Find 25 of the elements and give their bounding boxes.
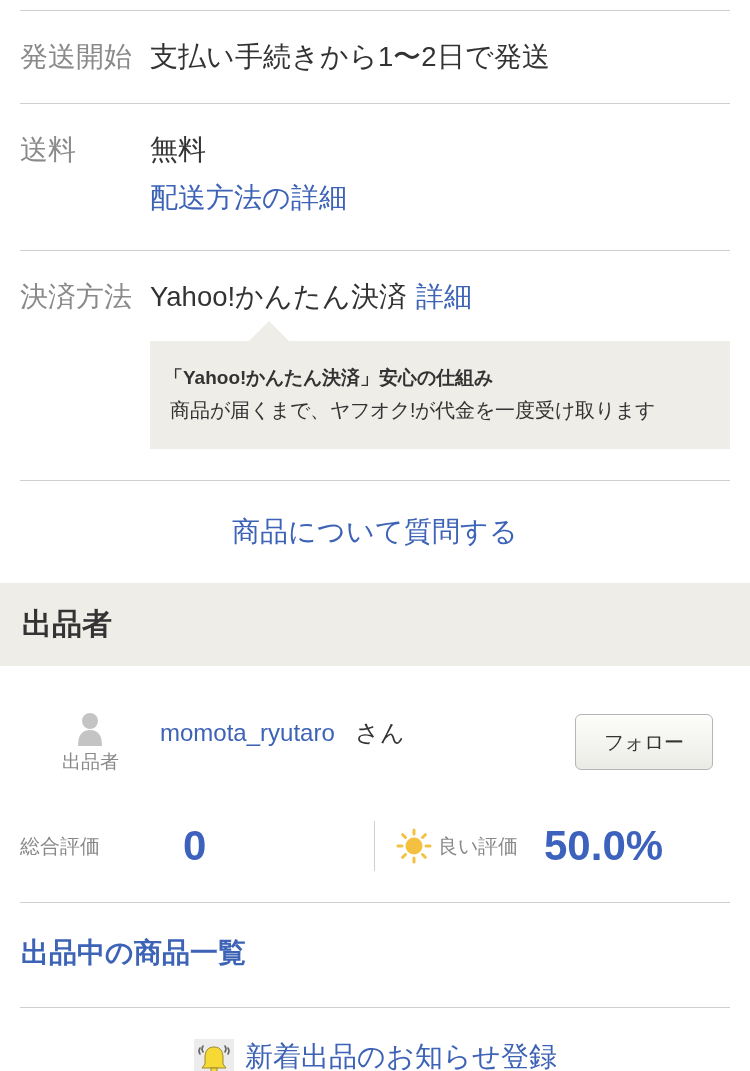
row-value: 支払い手続きから1〜2日で発送 (150, 40, 550, 74)
tooltip-title: 「Yahoo!かんたん決済」安心の仕組み (164, 366, 495, 390)
shipping-details-link[interactable]: 配送方法の詳細 (150, 174, 347, 222)
honorific-text: さん (354, 718, 405, 748)
row-label: 発送開始 (20, 40, 133, 74)
avatar-label: 出品者 (61, 750, 119, 774)
seller-listings-link[interactable]: 出品中の商品一覧 (21, 937, 246, 968)
details-link[interactable]: 詳細 (416, 273, 473, 321)
new-listing-alert-link[interactable]: 新着出品のお知らせ登録 (244, 1040, 557, 1071)
rating-value: 0 (183, 822, 207, 870)
bell-icon (193, 1039, 234, 1071)
row-label: 送料 (20, 133, 77, 167)
rating-value: 50.0% (544, 822, 664, 870)
sun-icon (396, 828, 432, 864)
row-value: 無料 (150, 133, 206, 167)
row-value: Yahoo!かんたん決済 (150, 280, 408, 314)
tooltip-text: 商品が届くまで、ヤフオク!が代金を一度受け取ります (169, 398, 657, 423)
avatar-icon (78, 713, 102, 746)
seller-name-link[interactable]: momota_ryutaro (160, 713, 335, 753)
row-label: 決済方法 (20, 280, 133, 314)
rating-label: 良い評価 (438, 833, 518, 859)
rating-label: 総合評価 (20, 833, 100, 859)
ask-question-link[interactable]: 商品について質問する (232, 512, 518, 552)
follow-button[interactable]: フォロー (575, 714, 713, 770)
section-title: 出品者 (22, 606, 112, 642)
